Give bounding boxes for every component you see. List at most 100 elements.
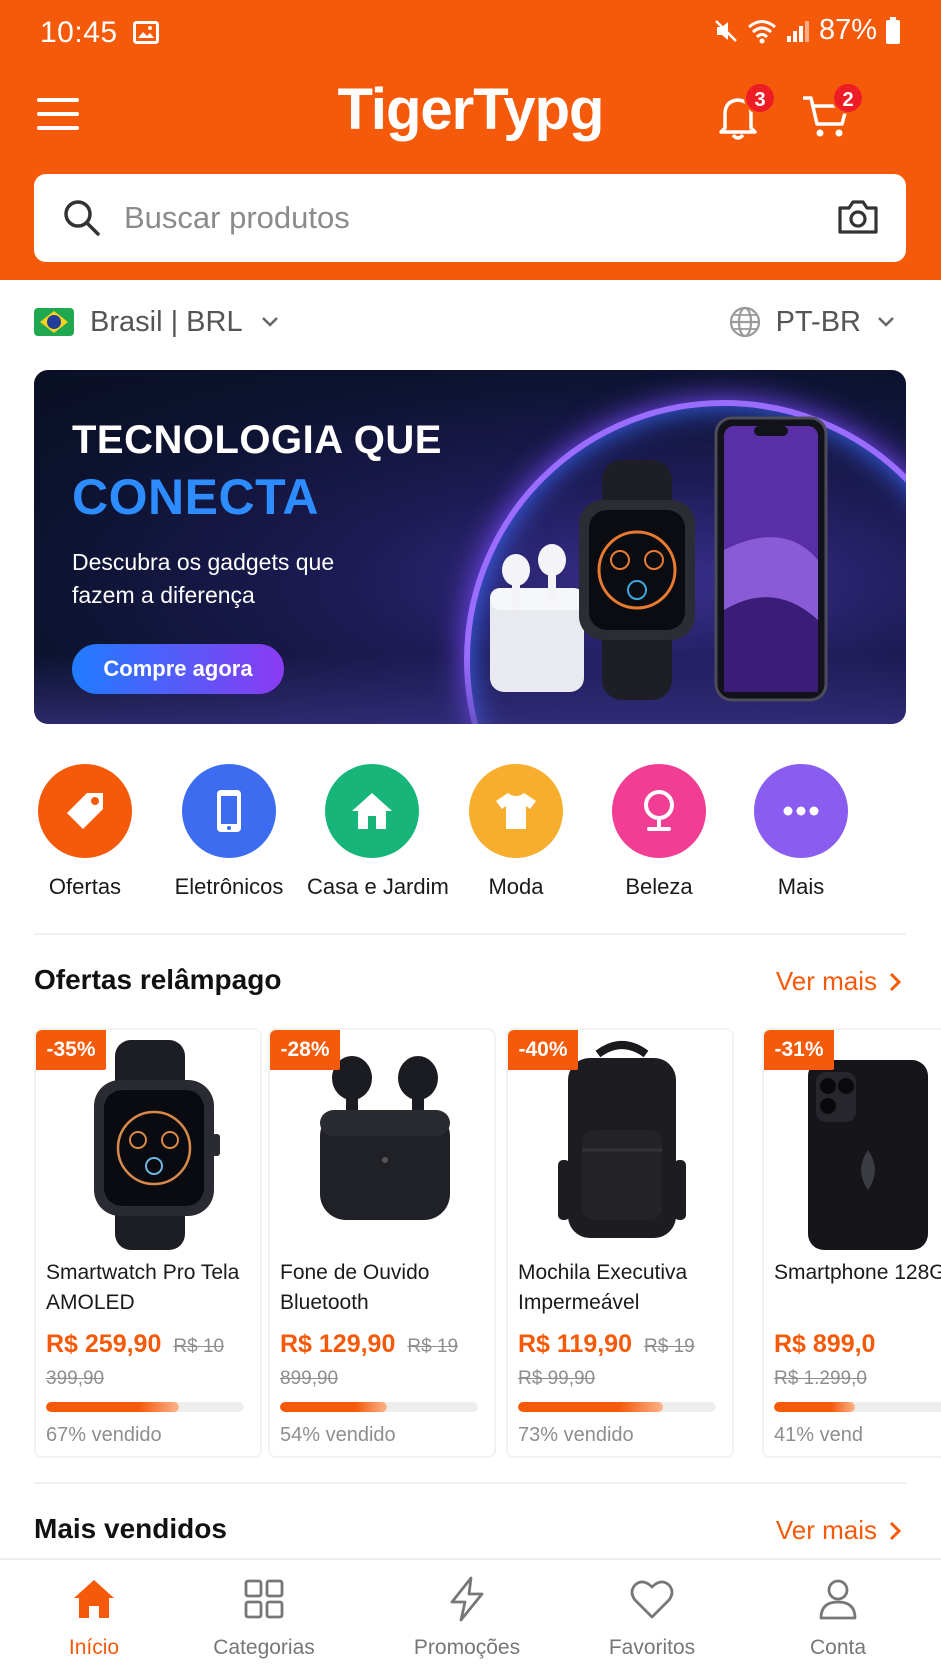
cart-badge: 2	[832, 82, 864, 114]
flash-sale-see-more[interactable]: Ver mais	[776, 966, 903, 997]
banner-headline: TECNOLOGIA QUE	[72, 418, 442, 462]
status-right: 87%	[713, 14, 901, 47]
region-selector[interactable]: Brasil | BRL	[34, 300, 281, 344]
category-label: Casa e Jardim	[307, 874, 449, 899]
earbuds-image	[320, 1056, 450, 1220]
category-label: Mais	[777, 874, 825, 899]
language-selector[interactable]: PT-BR	[728, 300, 897, 344]
sold-progress-bar	[518, 1402, 716, 1412]
nav-promotions[interactable]: Promoções	[373, 1574, 561, 1660]
category-offers-circle	[38, 764, 132, 858]
flash-sale-carousel[interactable]: -35% Smartwatch Pro Tela AMOLED R$ 259,9…	[34, 1028, 941, 1460]
top-bar: TigerTypg 3 2	[0, 70, 941, 170]
banner-headline-accent: CONECTA	[72, 469, 320, 525]
sold-progress-fill	[774, 1402, 856, 1412]
category-row: Ofertas Eletrônicos Casa e Jardim Moda B…	[34, 764, 906, 904]
section-divider	[34, 1482, 906, 1484]
best-sellers-title: Mais vendidos	[34, 1513, 227, 1544]
sold-progress-fill	[518, 1402, 663, 1412]
lightning-icon	[450, 1576, 484, 1622]
nav-favorites[interactable]: Favoritos	[558, 1574, 746, 1660]
original-price-continued: 399,90	[46, 1368, 105, 1389]
backpack-image	[558, 1041, 686, 1238]
category-offers[interactable]: Ofertas	[20, 764, 150, 900]
category-fashion[interactable]: Moda	[451, 764, 581, 900]
camera-icon[interactable]	[836, 196, 880, 238]
category-home-circle	[325, 764, 419, 858]
globe-icon	[729, 306, 760, 338]
signal-icon	[786, 20, 809, 42]
region-label: Brasil | BRL	[90, 305, 243, 338]
house-icon	[352, 793, 392, 829]
sold-label: 41% vend	[774, 1424, 863, 1446]
tag-icon	[67, 793, 103, 829]
sold-label: 73% vendido	[518, 1424, 634, 1446]
best-sellers-see-more[interactable]: Ver mais	[776, 1515, 903, 1546]
cart-button[interactable]: 2	[800, 82, 864, 142]
search-bar[interactable]: Buscar produtos	[34, 174, 906, 262]
category-label: Eletrônicos	[174, 874, 284, 899]
discount-badge: -28%	[270, 1030, 340, 1070]
sold-progress-fill	[46, 1402, 179, 1412]
flash-sale-title: Ofertas relâmpago	[34, 964, 282, 995]
mirror-icon	[644, 790, 674, 831]
original-price: R$ 19	[407, 1336, 459, 1357]
nav-label: Conta	[809, 1636, 867, 1659]
original-price-continued: R$ 99,90	[518, 1368, 596, 1389]
product-price: R$ 259,90	[46, 1330, 162, 1358]
shop-now-button[interactable]: Compre agora	[72, 644, 284, 694]
wifi-icon	[747, 19, 776, 43]
banner-subtitle: Descubra os gadgets que fazem a diferenç…	[72, 549, 335, 608]
see-more-label: Ver mais	[775, 1515, 877, 1545]
discount-badge: -35%	[36, 1030, 106, 1070]
sold-label: 67% vendido	[46, 1424, 162, 1446]
nav-home[interactable]: Início	[0, 1574, 188, 1660]
search-input[interactable]: Buscar produtos	[124, 200, 350, 236]
notifications-badge: 3	[744, 82, 776, 114]
product-card[interactable]: -28% Fone de Ouvido Bluetooth R$ 129,90 R…	[268, 1028, 496, 1458]
sold-progress-bar	[46, 1402, 244, 1412]
category-more-circle	[754, 764, 848, 858]
original-price: R$ 10	[173, 1336, 225, 1357]
category-beauty-circle	[612, 764, 706, 858]
category-more[interactable]: Mais	[736, 764, 866, 900]
category-label: Ofertas	[48, 874, 122, 899]
category-label: Beleza	[625, 874, 693, 899]
status-bar: 10:45 87%	[0, 0, 941, 66]
product-card[interactable]: -35% Smartwatch Pro Tela AMOLED R$ 259,9…	[34, 1028, 262, 1458]
category-fashion-circle	[469, 764, 563, 858]
category-home-garden[interactable]: Casa e Jardim	[307, 764, 449, 900]
nav-label: Categorias	[213, 1636, 315, 1659]
promo-banner[interactable]: TECNOLOGIA QUE CONECTA Descubra os gadge…	[34, 370, 906, 724]
discount-badge: -40%	[508, 1030, 578, 1070]
category-electronics-circle	[182, 764, 276, 858]
notifications-button[interactable]: 3	[712, 82, 776, 142]
category-beauty[interactable]: Beleza	[594, 764, 724, 900]
price-row: R$ 259,90 R$ 10	[46, 1330, 260, 1364]
price-row: R$ 119,90 R$ 19	[518, 1330, 732, 1364]
language-label: PT-BR	[775, 305, 861, 338]
product-name: Smartphone 128GB	[774, 1261, 941, 1284]
category-electronics[interactable]: Eletrônicos	[164, 764, 294, 900]
brazil-flag-icon	[34, 308, 74, 336]
sold-progress-bar	[280, 1402, 478, 1412]
original-price-continued: R$ 1.299,0	[774, 1368, 867, 1389]
nav-categories[interactable]: Categorias	[170, 1574, 358, 1660]
more-dots-icon	[783, 806, 819, 816]
product-card[interactable]: -31% Smartphone 128GB R$ 899,0 R$ 1.299,…	[762, 1028, 941, 1458]
sold-progress-bar	[774, 1402, 941, 1412]
see-more-label: Ver mais	[775, 966, 877, 996]
battery-icon	[886, 16, 900, 44]
user-icon	[819, 1579, 857, 1620]
heart-icon	[630, 1580, 674, 1619]
tshirt-icon	[496, 793, 536, 829]
section-divider	[34, 933, 906, 935]
sold-progress-fill	[280, 1402, 387, 1412]
home-icon	[74, 1580, 114, 1618]
price-row: R$ 129,90 R$ 19	[280, 1330, 494, 1364]
nav-account[interactable]: Conta	[744, 1574, 932, 1660]
nav-label: Favoritos	[608, 1636, 696, 1659]
chevron-down-icon	[261, 317, 278, 327]
chevron-right-icon	[889, 972, 902, 991]
product-card[interactable]: -40% Mochila Executiva Impermeável R$ 11…	[506, 1028, 734, 1458]
